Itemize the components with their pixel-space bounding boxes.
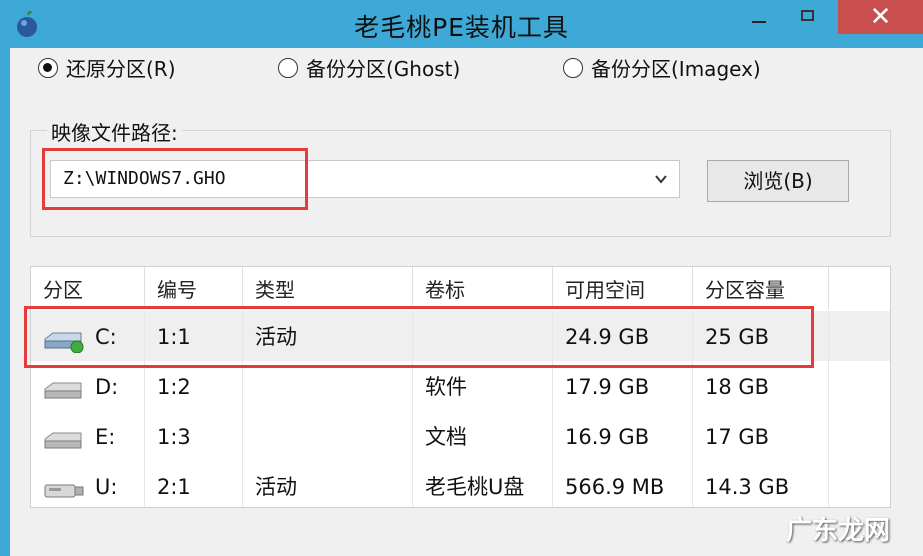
radio-backup-imagex[interactable]: 备份分区(Imagex) bbox=[563, 53, 761, 82]
radio-label: 备份分区(Ghost) bbox=[306, 57, 461, 81]
drive-letter: D: bbox=[95, 375, 119, 399]
column-header-partition[interactable]: 分区 bbox=[31, 267, 145, 309]
capacity-cell: 14.3 GB bbox=[693, 461, 829, 507]
window-title: 老毛桃PE装机工具 bbox=[354, 13, 569, 42]
usb-drive-icon bbox=[44, 484, 84, 498]
browse-button[interactable]: 浏览(B) bbox=[707, 160, 849, 202]
column-header-capacity[interactable]: 分区容量 bbox=[693, 267, 829, 309]
capacity-cell: 17 GB bbox=[693, 411, 829, 461]
radio-button[interactable] bbox=[278, 57, 298, 78]
radio-label: 备份分区(Imagex) bbox=[591, 57, 761, 81]
partition-cell: D: bbox=[31, 361, 145, 411]
column-header-label[interactable]: 卷标 bbox=[413, 267, 553, 309]
label-cell: 老毛桃U盘 bbox=[413, 461, 553, 507]
maximize-button[interactable] bbox=[788, 0, 828, 32]
radio-button[interactable] bbox=[563, 57, 583, 78]
number-cell: 2:1 bbox=[145, 461, 243, 507]
table-row[interactable]: U: 2:1 活动 老毛桃U盘 566.9 MB 14.3 GB bbox=[31, 461, 890, 507]
column-header-type[interactable]: 类型 bbox=[243, 267, 413, 309]
column-header-number[interactable]: 编号 bbox=[145, 267, 243, 309]
type-cell: 活动 bbox=[243, 461, 413, 507]
radio-label: 还原分区(R) bbox=[66, 57, 176, 81]
partition-cell: U: bbox=[31, 461, 145, 507]
partition-cell: E: bbox=[31, 411, 145, 461]
column-header-free-space[interactable]: 可用空间 bbox=[553, 267, 693, 309]
free-space-cell: 17.9 GB bbox=[553, 361, 693, 411]
drive-letter: E: bbox=[95, 425, 116, 449]
hard-drive-icon bbox=[44, 432, 82, 449]
free-space-cell: 16.9 GB bbox=[553, 411, 693, 461]
partition-table[interactable]: 分区 编号 类型 卷标 可用空间 分区容量 C: 1:1 活动 24.9 GB … bbox=[30, 266, 891, 508]
close-button[interactable]: ✕ bbox=[838, 0, 923, 34]
label-cell: 文档 bbox=[413, 411, 553, 461]
close-icon: ✕ bbox=[869, 2, 892, 32]
radio-button[interactable] bbox=[38, 57, 58, 78]
number-cell: 1:3 bbox=[145, 411, 243, 461]
chevron-down-icon[interactable] bbox=[653, 171, 669, 187]
type-cell bbox=[243, 361, 413, 411]
radio-restore-partition[interactable]: 还原分区(R) bbox=[38, 53, 176, 82]
label-cell: 软件 bbox=[413, 361, 553, 411]
table-row[interactable]: E: 1:3 文档 16.9 GB 17 GB bbox=[31, 411, 890, 461]
maximize-icon bbox=[801, 10, 814, 21]
number-cell: 1:2 bbox=[145, 361, 243, 411]
image-path-label: 映像文件路径: bbox=[47, 117, 182, 146]
title-bar: 老毛桃PE装机工具 ✕ bbox=[0, 0, 923, 48]
minimize-button[interactable] bbox=[738, 0, 778, 32]
type-cell bbox=[243, 411, 413, 461]
minimize-icon bbox=[752, 21, 766, 23]
drive-letter: U: bbox=[95, 475, 118, 499]
highlight-box-image-path bbox=[42, 148, 308, 210]
watermark: 广东龙网 bbox=[786, 516, 891, 546]
table-row[interactable]: D: 1:2 软件 17.9 GB 18 GB bbox=[31, 361, 890, 411]
free-space-cell: 566.9 MB bbox=[553, 461, 693, 507]
table-header: 分区 编号 类型 卷标 可用空间 分区容量 bbox=[31, 267, 890, 309]
highlight-box-partition-c bbox=[24, 306, 814, 368]
capacity-cell: 18 GB bbox=[693, 361, 829, 411]
radio-backup-ghost[interactable]: 备份分区(Ghost) bbox=[278, 53, 460, 82]
hard-drive-icon bbox=[44, 382, 82, 399]
